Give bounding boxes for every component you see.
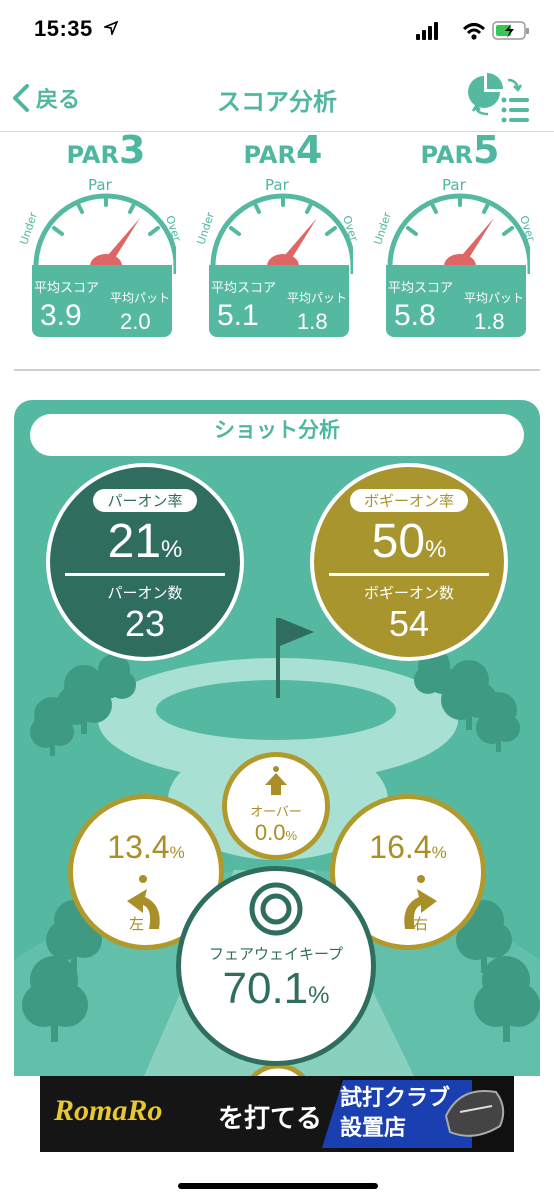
gauge-stats: 平均スコア 平均パット 5.1 1.8 bbox=[209, 265, 349, 337]
romaro-banner-ad[interactable]: RomaRo を打てる 試打クラブ 設置店 bbox=[40, 1076, 514, 1152]
avg-putt-value: 1.8 bbox=[474, 309, 505, 334]
par-on-count-value: 23 bbox=[124, 603, 166, 644]
banner-brand: RomaRo bbox=[54, 1094, 163, 1127]
par-title: PAR3 bbox=[26, 128, 186, 172]
chart-list-toggle-icon[interactable] bbox=[464, 70, 534, 126]
location-arrow-icon bbox=[104, 21, 118, 35]
par-number: 3 bbox=[119, 128, 146, 172]
fairway-pct: % bbox=[308, 982, 330, 1009]
gauge-label-par: Par bbox=[88, 176, 112, 194]
banner-badge-line1: 試打クラブ bbox=[340, 1086, 451, 1111]
par-number: 4 bbox=[296, 128, 323, 172]
banner-text: を打てる bbox=[218, 1104, 323, 1134]
left-value: 13.4 bbox=[107, 829, 170, 865]
par-on-rate-value: 21 bbox=[107, 515, 162, 568]
bogey-on-rate-pct: % bbox=[425, 536, 447, 563]
golf-club-head-icon bbox=[444, 1090, 505, 1137]
over-value: 0.0 bbox=[254, 820, 286, 845]
par-title: PAR4 bbox=[203, 128, 363, 172]
over-label: オーバー bbox=[250, 805, 302, 820]
right-label: 右 bbox=[413, 915, 429, 933]
divider-line bbox=[329, 573, 489, 576]
fairway-label: フェアウェイキープ bbox=[208, 945, 344, 963]
bogey-on-count-label: ボギーオン数 bbox=[363, 584, 454, 602]
avg-score-label: 平均スコア bbox=[388, 281, 454, 296]
arrow-up-icon bbox=[265, 766, 287, 795]
gauge-label-par: Par bbox=[265, 176, 289, 194]
left-pct: % bbox=[169, 843, 185, 862]
shot-analysis-title: ショット分析 bbox=[30, 414, 524, 456]
avg-putt-label: 平均パット bbox=[287, 291, 348, 305]
banner-badge-line2: 設置店 bbox=[340, 1116, 407, 1141]
section-divider bbox=[14, 369, 540, 371]
avg-putt-value: 1.8 bbox=[297, 309, 328, 334]
par-on-rate-label: パーオン率 bbox=[93, 489, 197, 512]
avg-score-value: 3.9 bbox=[40, 299, 82, 332]
par-number: 5 bbox=[473, 128, 500, 172]
wifi-icon bbox=[462, 23, 486, 40]
par-prefix: PAR bbox=[420, 141, 473, 169]
bogey-on-rate-label: ボギーオン率 bbox=[349, 489, 468, 512]
par-prefix: PAR bbox=[243, 141, 296, 169]
right-pct: % bbox=[431, 843, 447, 862]
par-on-count-label: パーオン数 bbox=[107, 584, 183, 602]
avg-score-value: 5.8 bbox=[394, 299, 436, 332]
divider-line bbox=[65, 573, 225, 576]
avg-putt-label: 平均パット bbox=[110, 291, 171, 305]
avg-putt-value: 2.0 bbox=[120, 309, 151, 334]
gauge-stats: 平均スコア 平均パット 3.9 2.0 bbox=[32, 265, 172, 337]
home-indicator bbox=[178, 1183, 378, 1189]
bogey-on-rate-card: ボギーオン率 50% ボギーオン数 54 bbox=[310, 463, 508, 661]
avg-putt-label: 平均パット bbox=[464, 291, 525, 305]
gauge-stats: 平均スコア 平均パット 5.8 1.8 bbox=[386, 265, 526, 337]
right-value: 16.4 bbox=[369, 829, 432, 865]
left-label: 左 bbox=[129, 915, 145, 933]
par-prefix: PAR bbox=[66, 141, 119, 169]
avg-score-label: 平均スコア bbox=[34, 281, 100, 296]
over-shot-card: オーバー 0.0% bbox=[222, 752, 330, 860]
target-icon bbox=[249, 882, 303, 936]
par-title: PAR5 bbox=[380, 128, 540, 172]
gauge-label-par: Par bbox=[442, 176, 466, 194]
bogey-on-rate-value: 50 bbox=[371, 515, 426, 568]
par-on-rate-card: パーオン率 21% パーオン数 23 bbox=[46, 463, 244, 661]
avg-score-value: 5.1 bbox=[217, 299, 259, 332]
avg-score-label: 平均スコア bbox=[211, 281, 277, 296]
fairway-value: 70.1 bbox=[222, 964, 309, 1013]
bogey-on-count-value: 54 bbox=[388, 603, 430, 644]
over-pct: % bbox=[285, 828, 298, 843]
par-on-rate-pct: % bbox=[161, 536, 183, 563]
status-time: 15:35 bbox=[34, 16, 93, 41]
banner-badge-text: 試打クラブ 設置店 bbox=[340, 1084, 450, 1144]
battery-icon bbox=[492, 21, 529, 40]
fairway-keep-card: フェアウェイキープ 70.1% bbox=[176, 866, 376, 1066]
